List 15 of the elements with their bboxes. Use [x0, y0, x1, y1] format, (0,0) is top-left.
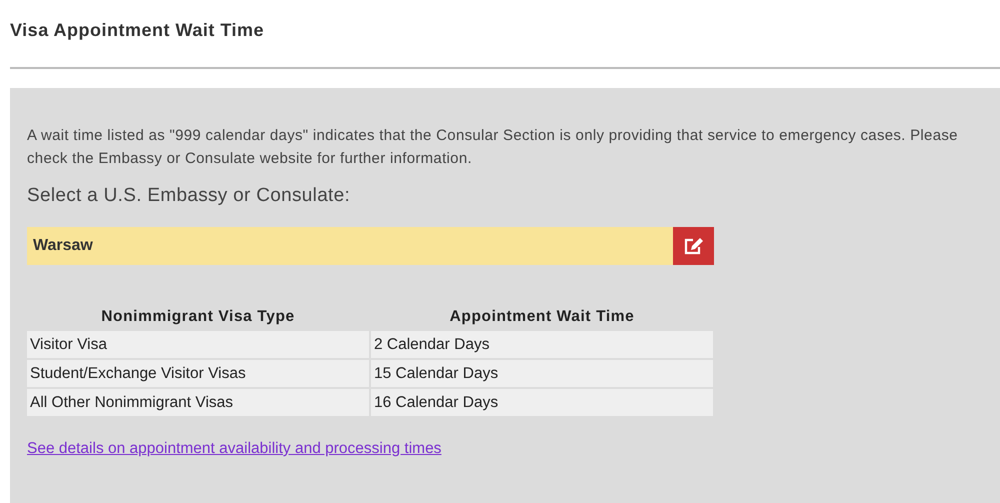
edit-button[interactable] [673, 227, 714, 265]
table-cell: Student/Exchange Visitor Visas [27, 360, 369, 387]
table-cell: Visitor Visa [27, 331, 369, 358]
select-label: Select a U.S. Embassy or Consulate: [27, 185, 352, 207]
details-link[interactable]: See details on appointment availability and processing times [27, 440, 442, 458]
column-header: Appointment Wait Time [448, 307, 636, 327]
table-cell: 2 Calendar Days [371, 331, 713, 358]
table-cell: 15 Calendar Days [371, 360, 713, 387]
table-cell: 16 Calendar Days [371, 389, 713, 416]
page-title: Visa Appointment Wait Time [9, 19, 266, 42]
table-cell: All Other Nonimmigrant Visas [27, 389, 369, 416]
column-header: Nonimmigrant Visa Type [100, 307, 296, 327]
edit-icon [684, 237, 704, 255]
location-field[interactable]: Warsaw [27, 227, 673, 265]
notice-text: A wait time listed as "999 calendar days" indicates that the Consular Section is only providing that service to emergency cases. Please check the Embassy or Consulate website for further information. [27, 126, 959, 169]
